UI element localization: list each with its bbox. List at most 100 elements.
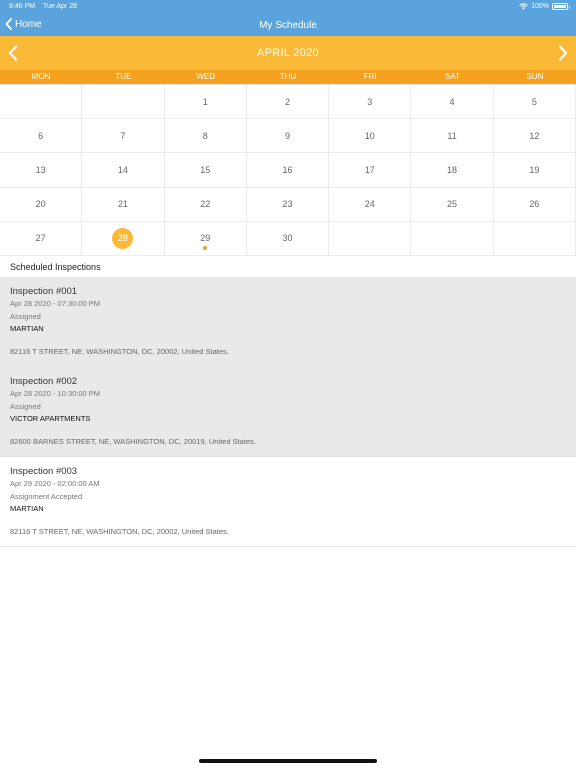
- day-cell-24[interactable]: 24: [329, 187, 412, 222]
- day-cell-22[interactable]: 22: [164, 187, 247, 222]
- day-cell-2[interactable]: 2: [246, 85, 330, 120]
- day-number: 14: [117, 164, 128, 175]
- day-cell-25[interactable]: 25: [411, 187, 494, 222]
- inspection-address: 82116 T STREET, NE, WASHINGTON, DC, 2000…: [10, 347, 229, 356]
- inspection-owner: VICTOR APARTMENTS: [10, 414, 91, 423]
- status-bar: 9:46 PM Tue Apr 28 100%: [0, 0, 576, 14]
- day-cell-11[interactable]: 11: [411, 119, 494, 154]
- day-cell-14[interactable]: 14: [82, 153, 165, 188]
- day-cell-1[interactable]: 1: [164, 85, 247, 120]
- inspection-list-item[interactable]: Inspection #002 Apr 28 2020 - 10:30:00 PM…: [0, 367, 576, 457]
- day-number: 3: [367, 96, 373, 107]
- day-cell-6[interactable]: 6: [0, 119, 83, 154]
- day-cell-8[interactable]: 8: [164, 119, 247, 154]
- day-number: 13: [35, 164, 46, 175]
- inspection-time: Apr 28 2020 - 07:30:00 PM: [10, 299, 101, 308]
- day-cell-28[interactable]: 28: [82, 221, 165, 256]
- month-title: APRIL 2020: [257, 47, 319, 59]
- day-cell-17[interactable]: 17: [329, 153, 412, 188]
- inspection-time: Apr 29 2020 - 02:00:00 AM: [10, 479, 100, 488]
- day-number: 10: [364, 130, 375, 141]
- day-number: 4: [449, 96, 455, 107]
- home-indicator: [199, 759, 377, 763]
- day-number: 22: [200, 199, 211, 210]
- day-cell-3[interactable]: 3: [329, 85, 412, 120]
- day-cell-4[interactable]: 4: [411, 85, 494, 120]
- weekday-label: FRI: [363, 72, 377, 81]
- day-cell-16[interactable]: 16: [246, 153, 330, 188]
- day-number: 9: [284, 130, 290, 141]
- inspection-status: Assigned: [10, 402, 41, 411]
- day-number: 6: [38, 130, 44, 141]
- section-title: Scheduled Inspections: [10, 262, 101, 272]
- status-right: 100%: [519, 3, 570, 10]
- day-number: 26: [529, 199, 540, 210]
- day-number: 28: [112, 227, 134, 249]
- empty-day-cell: [329, 221, 412, 256]
- next-month-button[interactable]: [553, 43, 573, 63]
- day-number: 15: [200, 164, 211, 175]
- day-cell-27[interactable]: 27: [0, 221, 83, 256]
- page-title: My Schedule: [259, 20, 317, 31]
- day-cell-20[interactable]: 20: [0, 187, 83, 222]
- weekday-label: THU: [279, 72, 297, 81]
- day-number: 24: [364, 199, 375, 210]
- inspection-address: 82600 BARNES STREET, NE, WASHINGTON, DC,…: [10, 437, 256, 446]
- day-cell-30[interactable]: 30: [246, 221, 330, 256]
- day-number: 20: [35, 199, 46, 210]
- wifi-icon: [519, 3, 528, 10]
- inspection-list-item[interactable]: Inspection #001 Apr 28 2020 - 07:30:00 PM…: [0, 277, 576, 367]
- empty-day-cell: [82, 85, 165, 120]
- empty-day-cell: [0, 85, 83, 120]
- inspection-status: Assignment Accepted: [10, 492, 83, 501]
- chevron-right-icon: [558, 45, 568, 61]
- day-cell-26[interactable]: 26: [493, 187, 576, 222]
- empty-day-cell: [411, 221, 494, 256]
- day-cell-9[interactable]: 9: [246, 119, 330, 154]
- day-cell-12[interactable]: 12: [493, 119, 576, 154]
- day-number: 11: [447, 130, 457, 141]
- day-cell-23[interactable]: 23: [246, 187, 330, 222]
- month-header: APRIL 2020: [0, 36, 576, 70]
- day-cell-5[interactable]: 5: [493, 85, 576, 120]
- battery-icon: [552, 3, 570, 10]
- weekday-label: SUN: [526, 72, 544, 81]
- weekday-header-row: MON TUE WED THU FRI SAT SUN: [0, 70, 576, 84]
- day-number: 18: [447, 164, 458, 175]
- day-number: 16: [282, 164, 293, 175]
- empty-day-cell: [493, 221, 576, 256]
- day-number: 1: [202, 96, 208, 107]
- day-number: 7: [120, 130, 126, 141]
- battery-percent: 100%: [531, 3, 549, 10]
- event-indicator-dot: [203, 246, 208, 250]
- day-cell-7[interactable]: 7: [82, 119, 165, 154]
- day-number: 2: [284, 96, 290, 107]
- day-number: 30: [282, 233, 293, 244]
- day-number: 17: [364, 164, 375, 175]
- navigation-bar: Home My Schedule: [0, 14, 576, 36]
- day-number: 21: [117, 199, 128, 210]
- inspection-list: Inspection #001 Apr 28 2020 - 07:30:00 PM…: [0, 277, 576, 547]
- day-cell-21[interactable]: 21: [82, 187, 165, 222]
- weekday-label: SAT: [445, 72, 461, 81]
- day-cell-19[interactable]: 19: [493, 153, 576, 188]
- inspection-owner: MARTIAN: [10, 504, 44, 513]
- status-date: Tue Apr 28: [43, 3, 77, 10]
- status-time: 9:46 PM: [9, 3, 36, 10]
- inspection-list-item[interactable]: Inspection #003 Apr 29 2020 - 02:00:00 AM…: [0, 457, 576, 547]
- day-number: 5: [531, 96, 537, 107]
- inspection-title: Inspection #001: [10, 286, 78, 297]
- day-cell-15[interactable]: 15: [164, 153, 247, 188]
- day-number: 19: [529, 164, 540, 175]
- day-cell-13[interactable]: 13: [0, 153, 83, 188]
- day-number: 29: [200, 233, 211, 244]
- day-number: 27: [35, 233, 46, 244]
- weekday-label: TUE: [115, 72, 132, 81]
- inspection-status: Assigned: [10, 312, 41, 321]
- day-cell-10[interactable]: 10: [329, 119, 412, 154]
- day-cell-18[interactable]: 18: [411, 153, 494, 188]
- day-number: 12: [529, 130, 540, 141]
- calendar-grid: 1 2 3 4 5 6 7 8 9 10 11 12 13 14 15 16 17 18 19 20 21 22 23 24 2…: [0, 84, 576, 256]
- day-cell-29[interactable]: 29: [164, 221, 247, 256]
- weekday-label: WED: [196, 72, 216, 81]
